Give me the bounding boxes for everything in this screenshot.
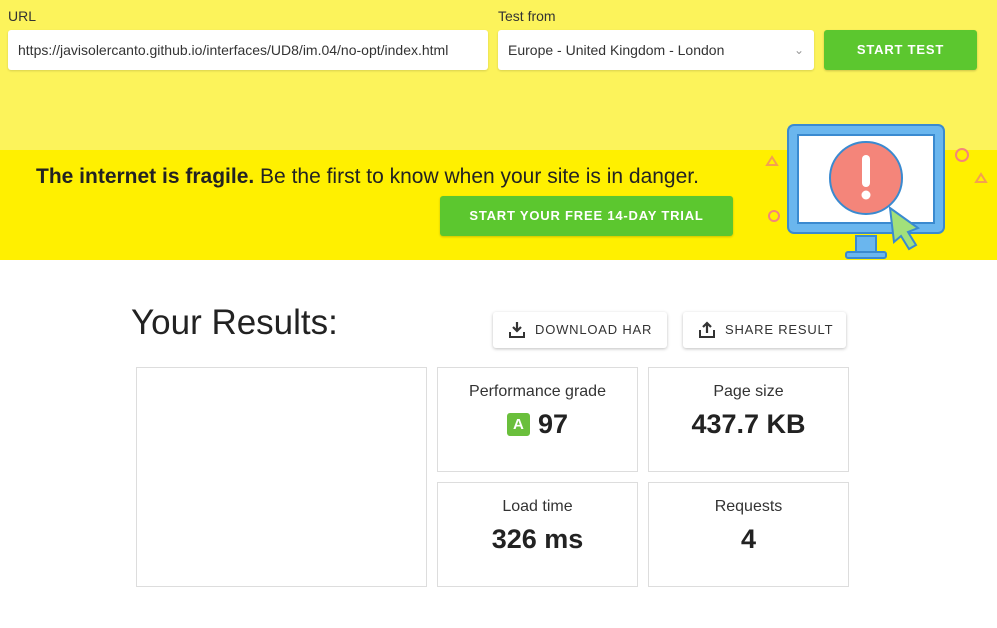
download-icon	[509, 322, 525, 338]
free-trial-button[interactable]: START YOUR FREE 14-DAY TRIAL	[440, 196, 733, 236]
banner-text: The internet is fragile. Be the first to…	[36, 165, 699, 189]
download-har-label: DOWNLOAD HAR	[535, 322, 653, 337]
performance-grade-value: 97	[537, 409, 569, 439]
page-title: Your Results:	[131, 303, 338, 342]
share-result-label: SHARE RESULT	[725, 322, 834, 337]
monitor-alert-illustration	[765, 124, 988, 259]
screenshot-preview	[136, 367, 427, 587]
load-time-card: Load time 326 ms	[437, 482, 638, 587]
share-result-button[interactable]: SHARE RESULT	[683, 312, 846, 348]
load-time-value: 326 ms	[491, 524, 584, 554]
start-test-button[interactable]: START TEST	[824, 30, 977, 70]
page-size-label: Page size	[713, 383, 784, 400]
upload-share-icon	[699, 321, 715, 338]
requests-card: Requests 4	[648, 482, 849, 587]
page-size-card: Page size 437.7 KB	[648, 367, 849, 472]
url-input[interactable]: https://javisolercanto.github.io/interfa…	[8, 30, 488, 70]
download-har-button[interactable]: DOWNLOAD HAR	[493, 312, 667, 348]
url-label: URL	[8, 8, 37, 24]
load-time-label: Load time	[502, 498, 573, 515]
page-size-value: 437.7 KB	[691, 409, 806, 439]
test-from-value: Europe - United Kingdom - London	[508, 42, 725, 58]
requests-value: 4	[740, 524, 757, 554]
test-from-select[interactable]: Europe - United Kingdom - London ⌄	[498, 30, 814, 70]
requests-label: Requests	[714, 498, 783, 515]
chevron-down-icon: ⌄	[793, 43, 804, 57]
grade-badge: A	[506, 413, 530, 436]
test-from-label: Test from	[498, 8, 556, 24]
performance-grade-card: Performance grade A 97	[437, 367, 638, 472]
performance-grade-label: Performance grade	[469, 383, 606, 400]
banner-bold-text: The internet is fragile.	[36, 165, 255, 188]
banner-body-text: Be the first to know when your site is i…	[254, 165, 699, 188]
